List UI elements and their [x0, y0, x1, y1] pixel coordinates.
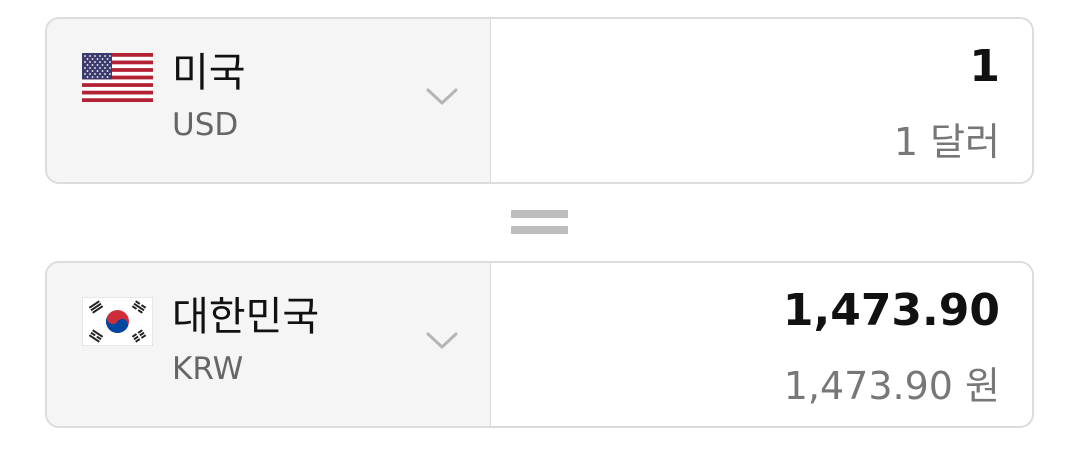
to-currency-code: KRW	[172, 351, 244, 387]
from-amount-area[interactable]: 1 1 달러	[491, 19, 1032, 182]
to-currency-panel: 대한민국 KRW 1,473.90 1,473.90 원	[45, 261, 1034, 428]
from-amount-input[interactable]: 1	[969, 41, 1000, 92]
to-currency-selector[interactable]: 대한민국 KRW	[47, 263, 491, 426]
chevron-down-icon[interactable]	[424, 86, 460, 108]
from-amount-text: 1 달러	[893, 120, 1000, 164]
from-currency-panel: 미국 USD 1 1 달러	[45, 17, 1034, 184]
from-country-name: 미국	[172, 50, 246, 96]
chevron-down-icon[interactable]	[424, 330, 460, 352]
us-flag-icon	[82, 53, 153, 102]
to-amount-area[interactable]: 1,473.90 1,473.90 원	[491, 263, 1032, 426]
kr-flag-icon	[82, 297, 153, 346]
to-amount-input[interactable]: 1,473.90	[783, 285, 1000, 336]
from-currency-code: USD	[172, 107, 239, 143]
to-amount-text: 1,473.90 원	[783, 364, 1000, 408]
equals-icon	[511, 208, 568, 236]
from-currency-selector[interactable]: 미국 USD	[47, 19, 491, 182]
to-country-name: 대한민국	[172, 294, 320, 340]
